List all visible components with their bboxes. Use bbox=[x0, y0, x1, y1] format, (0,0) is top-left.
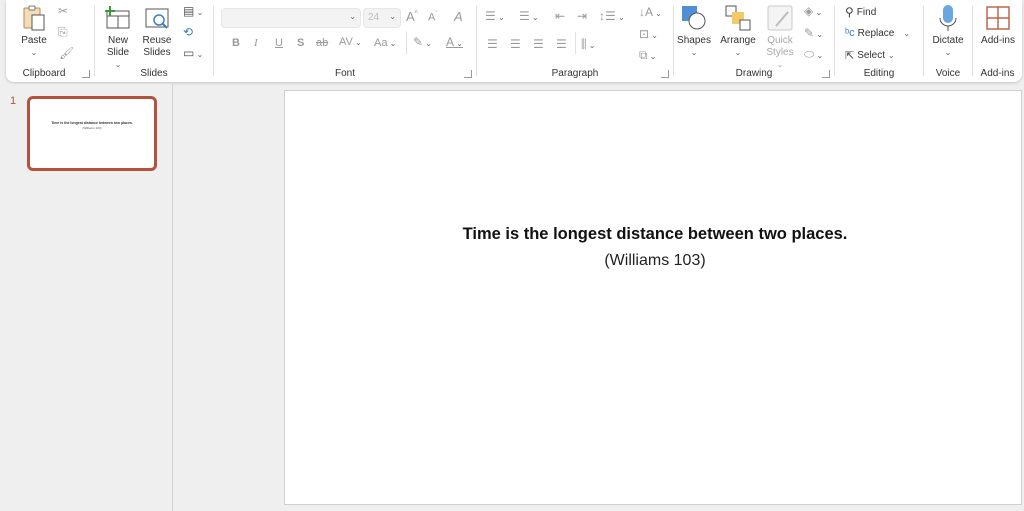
chevron-down-icon: ⌄ bbox=[30, 48, 38, 57]
select-button[interactable]: ⇱ Select ⌄ bbox=[845, 49, 895, 62]
slides-group: New Slide ⌄ Reuse Slides ▤ ⌄ ⟲ ▭ ⌄ Slides bbox=[95, 0, 213, 82]
addins-group: Add-ins Add-ins bbox=[973, 0, 1022, 82]
thumbnail-title: Time is the longest distance between two… bbox=[51, 121, 133, 125]
font-size-input[interactable]: 24 ⌄ bbox=[363, 8, 401, 28]
reset-icon[interactable]: ⟲ bbox=[183, 25, 193, 39]
slide-thumbnail[interactable]: Time is the longest distance between two… bbox=[27, 96, 157, 171]
microphone-icon bbox=[934, 4, 962, 32]
separator bbox=[575, 32, 576, 54]
addins-icon bbox=[984, 4, 1012, 32]
bullets-icon[interactable]: ☰ ⌄ bbox=[485, 9, 505, 23]
drawing-group: Shapes ⌄ Arrange ⌄ Quick Styles ⌄ ◈ ⌄ ✎ ⌄ ⬭… bbox=[674, 0, 834, 82]
font-launcher-icon[interactable] bbox=[464, 70, 472, 78]
arrange-button[interactable]: Arrange ⌄ bbox=[718, 4, 758, 59]
shrink-font-icon[interactable]: Aˇ bbox=[428, 11, 438, 24]
shape-outline-icon[interactable]: ✎ ⌄ bbox=[804, 26, 823, 40]
quick-styles-button[interactable]: Quick Styles ⌄ bbox=[762, 4, 798, 71]
smartart-icon[interactable]: ⧉ ⌄ bbox=[639, 48, 657, 63]
replace-button[interactable]: ᵇc Replace ⌄ bbox=[845, 27, 910, 39]
numbering-icon[interactable]: ☰ ⌄ bbox=[519, 9, 539, 23]
drawing-label: Drawing bbox=[735, 68, 773, 79]
shadow-button[interactable]: S bbox=[297, 37, 304, 49]
align-left-icon[interactable]: ☰ bbox=[487, 37, 498, 51]
align-right-icon[interactable]: ☰ bbox=[533, 37, 544, 51]
change-case-button[interactable]: Aa ⌄ bbox=[374, 37, 396, 49]
replace-icon: ᵇc bbox=[845, 27, 855, 39]
reuse-slides-button[interactable]: Reuse Slides bbox=[141, 4, 173, 59]
chevron-down-icon: ⌄ bbox=[903, 28, 911, 38]
clear-formatting-icon[interactable]: A bbox=[454, 9, 463, 24]
character-spacing-button[interactable]: AV ⌄ bbox=[339, 36, 362, 48]
clipboard-launcher-icon[interactable] bbox=[82, 70, 90, 78]
columns-icon[interactable]: ⫼ ⌄ bbox=[581, 37, 595, 52]
shapes-button[interactable]: Shapes ⌄ bbox=[676, 4, 712, 59]
paste-icon bbox=[20, 4, 48, 32]
paragraph-group: ☰ ⌄ ☰ ⌄ ⇤ ⇥ ↕☰ ⌄ ☰ ☰ ☰ ☰ ⫼ ⌄ ↓A ⌄ ⊡ ⌄ ⧉ … bbox=[477, 0, 673, 82]
font-group: ⌄ 24 ⌄ A^ Aˇ A B I U S ab AV ⌄ Aa ⌄ ✎ ⌄ A… bbox=[214, 0, 476, 82]
copy-icon[interactable]: ⎘ bbox=[58, 25, 68, 40]
cursor-icon: ⇱ bbox=[845, 50, 855, 62]
separator bbox=[406, 32, 407, 54]
highlight-color-icon[interactable]: ✎ ⌄ bbox=[413, 35, 432, 49]
slide-canvas[interactable]: Time is the longest distance between two… bbox=[284, 90, 1022, 505]
quick-styles-icon bbox=[766, 4, 794, 32]
paragraph-launcher-icon[interactable] bbox=[661, 70, 669, 78]
chevron-down-icon: ⌄ bbox=[944, 48, 952, 57]
addins-button[interactable]: Add-ins bbox=[976, 4, 1020, 47]
chevron-down-icon: ⌄ bbox=[734, 48, 742, 57]
decrease-indent-icon[interactable]: ⇤ bbox=[555, 9, 565, 23]
drawing-launcher-icon[interactable] bbox=[822, 70, 830, 78]
grow-font-icon[interactable]: A^ bbox=[406, 9, 418, 24]
shape-fill-icon[interactable]: ◈ ⌄ bbox=[804, 4, 822, 18]
scissors-icon[interactable]: ✂ bbox=[58, 4, 68, 18]
paste-button[interactable]: Paste ⌄ bbox=[16, 4, 52, 59]
slide-quote-text[interactable]: Time is the longest distance between two… bbox=[285, 225, 1021, 244]
chevron-down-icon: ⌄ bbox=[349, 12, 356, 21]
font-name-input[interactable]: ⌄ bbox=[221, 8, 361, 28]
addins-label: Add-ins bbox=[980, 68, 1015, 79]
dictate-button[interactable]: Dictate ⌄ bbox=[928, 4, 968, 59]
format-painter-icon[interactable]: 🖌 bbox=[59, 46, 74, 60]
voice-label: Voice bbox=[935, 68, 961, 79]
editing-label: Editing bbox=[863, 68, 895, 79]
align-text-icon[interactable]: ⊡ ⌄ bbox=[639, 27, 658, 41]
strikethrough-button[interactable]: ab bbox=[316, 37, 328, 49]
reuse-slides-icon bbox=[143, 4, 171, 32]
new-slide-button[interactable]: New Slide ⌄ bbox=[103, 4, 133, 71]
increase-indent-icon[interactable]: ⇥ bbox=[577, 9, 587, 23]
underline-button[interactable]: U bbox=[275, 37, 283, 49]
bold-button[interactable]: B bbox=[232, 37, 240, 49]
clipboard-label: Clipboard bbox=[22, 68, 66, 79]
justify-icon[interactable]: ☰ bbox=[556, 37, 567, 51]
font-color-icon[interactable]: A ⌄ bbox=[446, 35, 463, 49]
new-slide-icon bbox=[104, 4, 132, 32]
paragraph-label: Paragraph bbox=[551, 68, 599, 79]
slides-label: Slides bbox=[140, 68, 168, 79]
slide-thumbnails-pane: 1 Time is the longest distance between t… bbox=[0, 84, 173, 511]
line-spacing-icon[interactable]: ↕☰ ⌄ bbox=[599, 9, 625, 23]
layout-icon[interactable]: ▤ ⌄ bbox=[183, 4, 203, 18]
clipboard-group: Paste ⌄ ✂ ⎘ 🖌 Clipboard bbox=[6, 0, 94, 82]
slide-number: 1 bbox=[10, 95, 17, 107]
shapes-icon bbox=[680, 4, 708, 32]
find-button[interactable]: ⚲ Find bbox=[845, 5, 876, 19]
italic-button[interactable]: I bbox=[254, 37, 258, 49]
thumbnail-subtitle: (Williams 103) bbox=[82, 126, 102, 130]
chevron-down-icon: ⌄ bbox=[389, 12, 396, 21]
align-center-icon[interactable]: ☰ bbox=[510, 37, 521, 51]
ribbon: Paste ⌄ ✂ ⎘ 🖌 Clipboard New Slide ⌄ Reuse S… bbox=[6, 0, 1022, 82]
chevron-down-icon: ⌄ bbox=[888, 51, 895, 60]
section-icon[interactable]: ▭ ⌄ bbox=[183, 46, 203, 60]
text-direction-icon[interactable]: ↓A ⌄ bbox=[639, 5, 662, 19]
shape-effects-icon[interactable]: ⬭ ⌄ bbox=[804, 47, 823, 62]
search-icon: ⚲ bbox=[845, 5, 854, 19]
editing-group: ⚲ Find ᵇc Replace ⌄ ⇱ Select ⌄ Editing bbox=[835, 0, 923, 82]
arrange-icon bbox=[724, 4, 752, 32]
chevron-down-icon: ⌄ bbox=[690, 48, 698, 57]
font-label: Font bbox=[334, 68, 355, 79]
slide-citation-text[interactable]: (Williams 103) bbox=[285, 252, 1021, 270]
voice-group: Dictate ⌄ Voice bbox=[924, 0, 972, 82]
